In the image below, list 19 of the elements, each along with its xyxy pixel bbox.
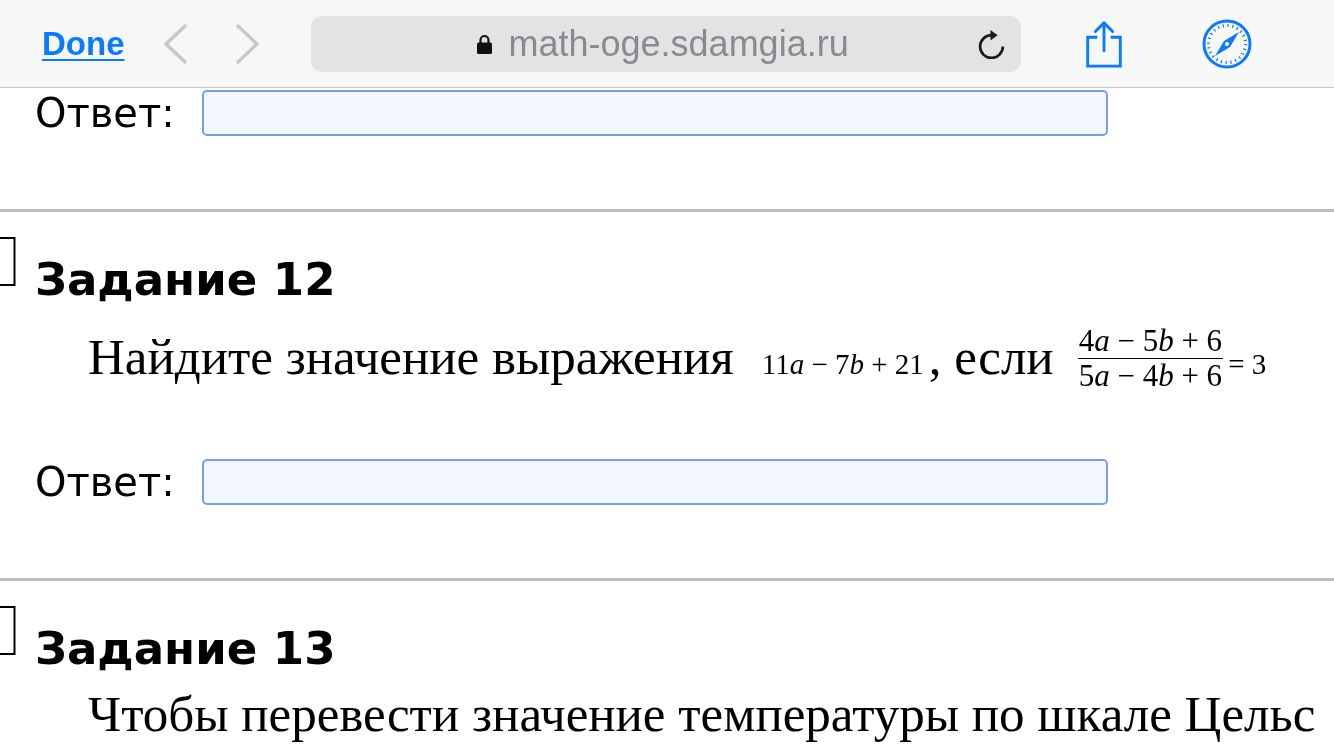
math-expression: = 3 — [1228, 348, 1267, 380]
done-link[interactable]: Done — [42, 24, 125, 63]
address-bar[interactable]: math-oge.sdamgia.ru — [310, 15, 1021, 72]
share-icon[interactable] — [1083, 19, 1124, 68]
answer-field[interactable] — [201, 459, 1108, 505]
task-title: Задание 12 — [35, 255, 336, 305]
answer-label: Ответ: — [35, 459, 175, 505]
task-title: Задание 13 — [35, 624, 336, 674]
reload-icon[interactable] — [977, 28, 1006, 59]
task-text: Найдите значение выражения — [88, 329, 734, 385]
lock-icon — [476, 33, 492, 54]
math-expression: 11a − 7b + 21 — [761, 348, 924, 380]
task-text: , если — [928, 329, 1054, 385]
compass-icon[interactable] — [1201, 18, 1252, 69]
math-fraction: 4a − 5b + 6 5a − 4b + 6 — [1077, 324, 1224, 393]
url-text: math-oge.sdamgia.ru — [508, 22, 849, 65]
answer-field[interactable] — [201, 90, 1108, 136]
answer-label: Ответ: — [35, 90, 175, 136]
task-text: Чтобы перевести значение температуры по шкале Цельс — [88, 686, 1316, 742]
